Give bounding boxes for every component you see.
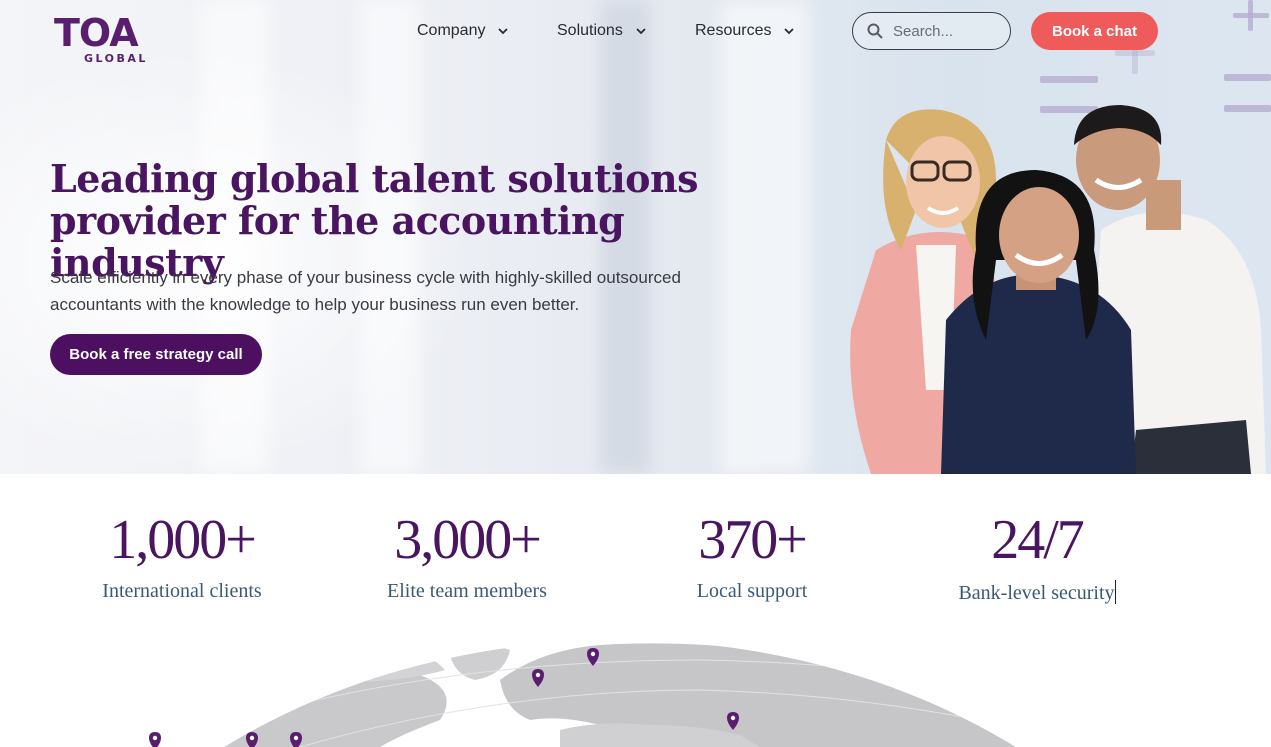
logo-wordmark: TOA <box>54 11 139 55</box>
stat-security: 24/7 Bank-level security <box>907 510 1167 605</box>
stat-value: 24/7 <box>991 509 1085 571</box>
equals-decoration <box>1224 74 1271 81</box>
stat-label-wrap: Bank-level security <box>907 580 1167 605</box>
chevron-down-icon <box>784 28 795 35</box>
nav-label: Company <box>417 22 486 39</box>
search-icon <box>867 23 883 39</box>
stat-support: 370+ Local support <box>622 510 882 603</box>
stat-team: 3,000+ Elite team members <box>337 510 597 603</box>
nav-label: Resources <box>695 22 772 39</box>
search-input[interactable] <box>893 22 1003 40</box>
stat-value: 3,000+ <box>394 509 542 571</box>
nav-solutions[interactable]: Solutions <box>557 22 647 40</box>
hero-subtext: Scale efficiently in every phase of your… <box>50 268 681 314</box>
plus-decoration <box>1248 0 1253 31</box>
stat-value: 370+ <box>698 509 808 571</box>
stat-label: Local support <box>696 580 808 602</box>
book-chat-button[interactable]: Book a chat <box>1031 12 1158 50</box>
nav-label: Solutions <box>557 22 623 39</box>
headline-line: Leading global talent solutions <box>50 156 699 201</box>
chevron-down-icon <box>498 28 509 35</box>
map-landmass <box>90 643 1201 747</box>
stat-clients: 1,000+ International clients <box>52 510 312 603</box>
stat-label: International clients <box>102 580 262 602</box>
chevron-down-icon <box>636 28 646 35</box>
book-strategy-call-button[interactable]: Book a free strategy call <box>50 334 262 375</box>
search-box[interactable] <box>852 12 1011 50</box>
stat-label: Elite team members <box>387 580 547 602</box>
text-caret <box>1114 580 1116 604</box>
world-map <box>90 643 1201 747</box>
equals-decoration <box>1040 76 1098 83</box>
hero-section: TOA GLOBAL Company Solutions Resources B… <box>0 0 1271 474</box>
map-pin-icon[interactable] <box>149 732 161 747</box>
team-photo <box>850 105 1266 474</box>
stat-value: 1,000+ <box>109 509 257 571</box>
logo[interactable]: TOA GLOBAL <box>54 11 145 65</box>
nav-resources[interactable]: Resources <box>695 22 795 40</box>
nav-company[interactable]: Company <box>417 22 509 40</box>
logo-subtitle: GLOBAL <box>84 52 148 65</box>
stat-label: Bank-level security <box>958 582 1115 604</box>
